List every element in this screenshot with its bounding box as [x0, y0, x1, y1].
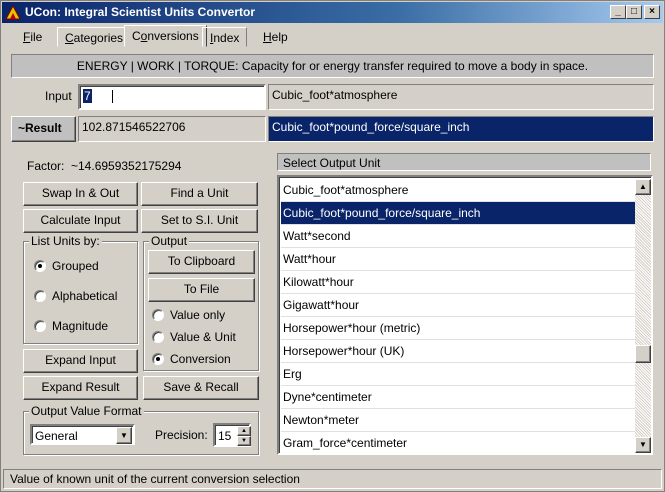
tab-conversions-pre: C [132, 29, 141, 43]
list-units-by-title: List Units by: [29, 234, 102, 248]
radio-alphabetical[interactable]: Alphabetical [34, 289, 117, 303]
expand-input-button[interactable]: Expand Input [23, 349, 138, 373]
app-window: UCon: Integral Scientist Units Convertor… [0, 0, 665, 492]
result-label-text: ~Result [18, 121, 62, 135]
list-item[interactable]: Newton*meter [281, 409, 635, 431]
list-item[interactable]: Dyne*centimeter [281, 386, 635, 408]
radio-alphabetical-label: Alphabetical [52, 289, 118, 303]
radio-value-only-label: Value only [170, 308, 226, 322]
input-value: 7 [83, 89, 92, 103]
input-label: Input [45, 89, 72, 103]
result-value-field[interactable]: 102.871546522706 [78, 116, 266, 142]
spin-down-icon[interactable]: ▼ [237, 436, 251, 446]
save-recall-button[interactable]: Save & Recall [143, 376, 259, 400]
radio-magnitude[interactable]: Magnitude [34, 319, 108, 333]
radio-conversion[interactable]: Conversion [152, 352, 231, 366]
radio-value-unit[interactable]: Value & Unit [152, 330, 236, 344]
output-unit-list-header: Select Output Unit [277, 153, 651, 171]
radio-value-unit-indicator [152, 331, 164, 343]
radio-alphabetical-indicator [34, 290, 46, 302]
input-unit-field[interactable]: Cubic_foot*atmosphere [268, 84, 654, 110]
radio-grouped-label: Grouped [52, 259, 99, 273]
swap-in-out-button[interactable]: Swap In & Out [23, 182, 138, 206]
list-item[interactable]: Watt*second [281, 225, 635, 247]
radio-magnitude-label: Magnitude [52, 319, 109, 333]
minimize-button[interactable]: _ [610, 5, 626, 19]
list-item[interactable]: Erg [281, 363, 635, 385]
factor-label: Factor: [27, 159, 65, 173]
radio-conversion-indicator [152, 353, 164, 365]
radio-value-only[interactable]: Value only [152, 308, 225, 322]
list-item[interactable]: Kilowatt*hour [281, 271, 635, 293]
expand-result-button[interactable]: Expand Result [23, 376, 138, 400]
menu-help-mnemonic: H [263, 30, 272, 44]
menu-help-label: elp [271, 30, 288, 44]
list-item[interactable]: Horsepower*hour (UK) [281, 340, 635, 362]
output-group: Output To Clipboard To File Value only V… [143, 234, 259, 371]
status-text: Value of known unit of the current conve… [10, 472, 300, 486]
category-description-bar: ENERGY | WORK | TORQUE: Capacity for or … [11, 54, 654, 78]
chevron-down-icon[interactable]: ▼ [116, 427, 132, 444]
menu-file-label: ile [30, 30, 43, 44]
category-description: Capacity for or energy transfer required… [241, 59, 589, 73]
precision-value: 15 [218, 429, 232, 443]
category-name: ENERGY | WORK | TORQUE: [76, 59, 239, 73]
tab-categories-label: ategories [73, 31, 124, 45]
format-select-value: General [35, 429, 78, 443]
tab-conversions[interactable]: Conversions [124, 25, 207, 47]
spin-up-icon[interactable]: ▲ [237, 426, 251, 436]
radio-value-only-indicator [152, 309, 164, 321]
output-format-title: Output Value Format [29, 404, 144, 418]
output-unit-list[interactable]: Cubic_foot*atmosphere Cubic_foot*pound_fo… [277, 175, 653, 455]
result-unit-field[interactable]: Cubic_foot*pound_force/square_inch [268, 116, 654, 142]
result-label: ~Result [11, 116, 76, 142]
tab-index[interactable]: Index [202, 27, 248, 47]
scroll-thumb[interactable] [635, 345, 651, 363]
menu-help[interactable]: Help [256, 27, 295, 47]
status-bar: Value of known unit of the current conve… [3, 469, 662, 489]
tab-categories-mnemonic: C [65, 31, 74, 45]
output-unit-list-title: Select Output Unit [283, 156, 381, 170]
text-cursor-icon [111, 90, 113, 104]
to-file-button[interactable]: To File [148, 278, 255, 302]
radio-grouped-indicator [34, 260, 46, 272]
radio-grouped[interactable]: Grouped [34, 259, 99, 273]
calculate-input-button[interactable]: Calculate Input [23, 209, 138, 233]
close-button[interactable]: × [644, 5, 660, 19]
to-clipboard-button[interactable]: To Clipboard [148, 250, 255, 274]
tab-index-label: ndex [213, 31, 240, 45]
list-item[interactable]: Gram_force*centimeter [281, 432, 635, 453]
result-unit: Cubic_foot*pound_force/square_inch [272, 120, 470, 134]
factor-value: ~14.6959352175294 [71, 159, 182, 173]
list-item[interactable]: Gigawatt*hour [281, 294, 635, 316]
result-value: 102.871546522706 [82, 120, 186, 134]
list-item[interactable]: Watt*hour [281, 248, 635, 270]
input-value-field[interactable]: 7 [78, 84, 266, 110]
tab-categories[interactable]: Categories [57, 27, 132, 47]
menu-bar: File Categories Conversions Index Help [2, 24, 663, 48]
title-bar[interactable]: UCon: Integral Scientist Units Convertor… [2, 2, 663, 23]
precision-stepper[interactable]: 15 ▲ ▼ [213, 423, 251, 447]
list-item[interactable]: Cubic_foot*atmosphere [281, 179, 635, 201]
window-title: UCon: Integral Scientist Units Convertor [25, 5, 256, 19]
precision-label: Precision: [155, 428, 208, 442]
input-unit: Cubic_foot*atmosphere [272, 88, 398, 102]
radio-magnitude-indicator [34, 320, 46, 332]
list-item[interactable]: Cubic_foot*pound_force/square_inch [281, 202, 635, 224]
radio-conversion-label: Conversion [170, 352, 231, 366]
tab-conversions-label: nversions [147, 29, 199, 43]
format-select[interactable]: General ▼ [30, 424, 135, 445]
ucon-logo-icon [5, 5, 21, 20]
radio-value-unit-label: Value & Unit [170, 330, 236, 344]
set-si-unit-button[interactable]: Set to S.I. Unit [141, 209, 258, 233]
scroll-down-icon[interactable]: ▼ [635, 437, 651, 453]
find-unit-button[interactable]: Find a Unit [141, 182, 258, 206]
scroll-up-icon[interactable]: ▲ [635, 179, 651, 195]
maximize-button[interactable]: □ [626, 5, 642, 19]
list-units-by-group: List Units by: Grouped Alphabetical Magn… [23, 234, 138, 344]
list-item[interactable]: Horsepower*hour (metric) [281, 317, 635, 339]
menu-file[interactable]: File [16, 27, 49, 47]
list-scrollbar[interactable]: ▲ ▼ [635, 179, 651, 453]
output-title: Output [149, 234, 190, 248]
